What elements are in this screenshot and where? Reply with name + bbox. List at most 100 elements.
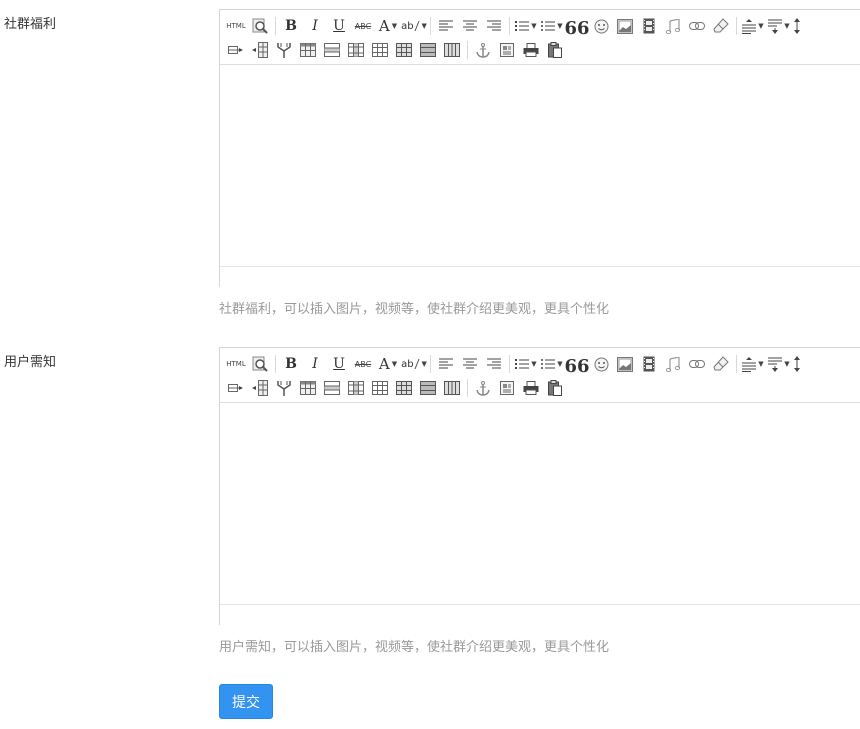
vertical-spacing-icon[interactable] (792, 353, 802, 375)
emoji-icon[interactable] (589, 15, 613, 37)
toolbar-separator (736, 355, 737, 373)
align-right-icon[interactable] (482, 15, 506, 37)
video-icon[interactable] (637, 15, 661, 37)
eraser-icon[interactable] (709, 353, 733, 375)
rich-text-editor-user-notice: HTML B I U ABC A ▼ ab ▼ ▼ ▼ 66 ▼ ▼ (219, 347, 860, 625)
preview-icon[interactable] (248, 15, 272, 37)
unordered-list-icon[interactable]: ▼ (539, 353, 565, 375)
eraser-icon[interactable] (709, 15, 733, 37)
highlight-color-icon[interactable]: ab ▼ (401, 353, 427, 375)
chevron-down-icon: ▼ (784, 22, 790, 30)
html-source-icon[interactable]: HTML (224, 353, 248, 375)
strikethrough-icon[interactable]: ABC (351, 353, 375, 375)
align-left-icon[interactable] (434, 353, 458, 375)
print-icon[interactable] (519, 377, 543, 399)
chevron-down-icon: ▼ (531, 22, 537, 30)
chevron-down-icon: ▼ (391, 22, 398, 30)
html-source-icon[interactable]: HTML (224, 15, 248, 37)
merge-cells-icon[interactable] (272, 377, 296, 399)
insert-column-icon[interactable] (248, 377, 272, 399)
preview-icon[interactable] (248, 353, 272, 375)
editor-content-area[interactable] (220, 65, 860, 266)
blockquote-icon[interactable]: 66 (564, 15, 589, 38)
delete-column-icon[interactable] (344, 39, 368, 61)
editor-content-area[interactable] (220, 403, 860, 604)
editor-status-bar (220, 604, 860, 625)
insert-column-icon[interactable] (248, 39, 272, 61)
video-icon[interactable] (637, 353, 661, 375)
chevron-down-icon: ▼ (758, 22, 764, 30)
toolbar-separator (467, 41, 468, 59)
toolbar-separator (509, 355, 510, 373)
paste-icon[interactable] (543, 377, 567, 399)
template-icon[interactable] (495, 39, 519, 61)
italic-icon[interactable]: I (303, 15, 327, 37)
merge-cells-icon[interactable] (272, 39, 296, 61)
toolbar-separator (467, 379, 468, 397)
chevron-down-icon: ▼ (421, 22, 427, 30)
ordered-list-icon[interactable]: ▼ (513, 15, 539, 37)
unordered-list-icon[interactable]: ▼ (539, 15, 565, 37)
align-center-icon[interactable] (458, 353, 482, 375)
underline-icon[interactable]: U (327, 353, 351, 375)
table-columns-icon[interactable] (440, 39, 464, 61)
insert-row-icon[interactable] (224, 377, 248, 399)
field-label-user-notice: 用户需知 (4, 355, 57, 370)
submit-button[interactable]: 提交 (219, 684, 273, 719)
link-icon[interactable] (685, 15, 709, 37)
music-icon[interactable] (661, 353, 685, 375)
font-color-icon[interactable]: A ▼ (375, 353, 401, 375)
bold-icon[interactable]: B (279, 353, 303, 375)
insert-row-icon[interactable] (224, 39, 248, 61)
align-left-icon[interactable] (434, 15, 458, 37)
align-center-icon[interactable] (458, 15, 482, 37)
toolbar-separator (430, 17, 431, 35)
table-properties-icon[interactable] (392, 39, 416, 61)
underline-label: U (333, 356, 345, 372)
font-color-icon[interactable]: A ▼ (375, 15, 401, 37)
delete-table-icon[interactable] (416, 377, 440, 399)
paragraph-spacing-icon[interactable]: ▼ (766, 353, 792, 375)
highlight-color-icon[interactable]: ab ▼ (401, 15, 427, 37)
anchor-icon[interactable] (471, 39, 495, 61)
chevron-down-icon: ▼ (557, 22, 563, 30)
line-height-icon[interactable]: ▼ (740, 15, 766, 37)
vertical-spacing-icon[interactable] (792, 15, 802, 37)
music-icon[interactable] (661, 15, 685, 37)
align-right-icon[interactable] (482, 353, 506, 375)
italic-label: I (312, 18, 318, 34)
font-color-label: A (378, 355, 390, 373)
bold-label: B (285, 18, 297, 34)
emoji-icon[interactable] (589, 353, 613, 375)
table-properties-icon[interactable] (392, 377, 416, 399)
image-icon[interactable] (613, 15, 637, 37)
bold-icon[interactable]: B (279, 15, 303, 37)
split-cells-icon[interactable] (368, 377, 392, 399)
image-icon[interactable] (613, 353, 637, 375)
blockquote-icon[interactable]: 66 (564, 353, 590, 377)
print-icon[interactable] (519, 39, 543, 61)
split-cells-icon[interactable] (368, 39, 392, 61)
html-source-label: HTML (226, 360, 246, 368)
underline-icon[interactable]: U (327, 15, 351, 37)
link-icon[interactable] (685, 353, 709, 375)
underline-label: U (333, 18, 345, 34)
delete-table-icon[interactable] (416, 39, 440, 61)
line-height-icon[interactable]: ▼ (740, 353, 766, 375)
table-icon[interactable] (296, 39, 320, 61)
table-icon[interactable] (296, 377, 320, 399)
paragraph-spacing-icon[interactable]: ▼ (766, 15, 792, 37)
italic-icon[interactable]: I (303, 353, 327, 375)
blockquote-label: 66 (564, 356, 590, 377)
paste-icon[interactable] (543, 39, 567, 61)
delete-column-icon[interactable] (344, 377, 368, 399)
anchor-icon[interactable] (471, 377, 495, 399)
chevron-down-icon: ▼ (758, 360, 764, 368)
table-columns-icon[interactable] (440, 377, 464, 399)
ordered-list-icon[interactable]: ▼ (513, 353, 539, 375)
font-color-label: A (378, 17, 390, 35)
delete-row-icon[interactable] (320, 39, 344, 61)
strikethrough-icon[interactable]: ABC (351, 15, 375, 37)
template-icon[interactable] (495, 377, 519, 399)
delete-row-icon[interactable] (320, 377, 344, 399)
